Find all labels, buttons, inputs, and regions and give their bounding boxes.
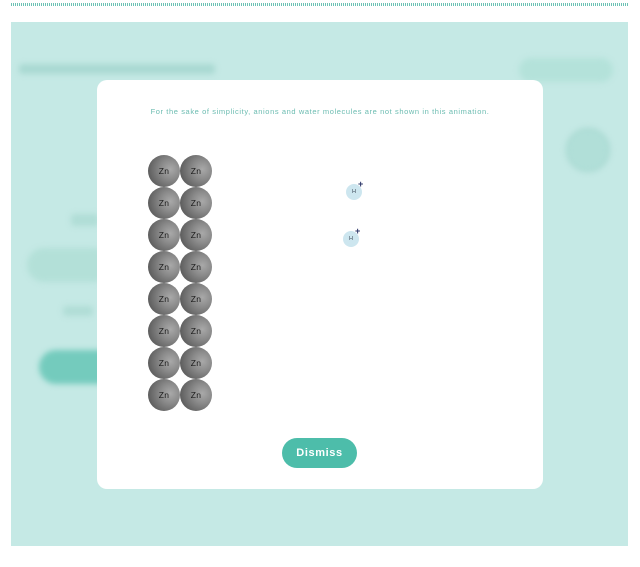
zinc-atom: Zn (180, 251, 212, 283)
zinc-atom: Zn (180, 347, 212, 379)
zinc-electrode: Zn Zn Zn Zn Zn Zn Zn Zn Zn Zn Zn Zn Zn Zn Zn Zn (148, 155, 214, 411)
top-divider (11, 3, 628, 6)
hydrogen-ion-charge: + (355, 226, 361, 236)
zinc-atom: Zn (148, 379, 180, 411)
simplicity-note: For the sake of simplicity, anions and w… (150, 107, 490, 116)
blurred-header-button (519, 58, 613, 82)
blurred-label (71, 214, 99, 226)
zinc-atom: Zn (148, 155, 180, 187)
zinc-atom: Zn (180, 155, 212, 187)
zinc-atom: Zn (180, 379, 212, 411)
blurred-header-text (19, 64, 215, 74)
zinc-atom: Zn (180, 283, 212, 315)
hydrogen-ion: H + (343, 227, 360, 247)
zinc-atom: Zn (148, 283, 180, 315)
animation-modal: For the sake of simplicity, anions and w… (97, 80, 543, 489)
zinc-atom: Zn (148, 347, 180, 379)
zinc-atom: Zn (148, 187, 180, 219)
zinc-atom: Zn (148, 315, 180, 347)
zinc-atom: Zn (180, 315, 212, 347)
blurred-round-icon (566, 128, 610, 172)
hydrogen-ion-charge: + (358, 179, 364, 189)
blurred-label (63, 306, 93, 316)
dismiss-button[interactable]: Dismiss (282, 438, 357, 468)
zinc-atom: Zn (148, 251, 180, 283)
zinc-atom: Zn (180, 219, 212, 251)
zinc-atom: Zn (148, 219, 180, 251)
zinc-atom: Zn (180, 187, 212, 219)
hydrogen-ion: H + (346, 180, 363, 200)
